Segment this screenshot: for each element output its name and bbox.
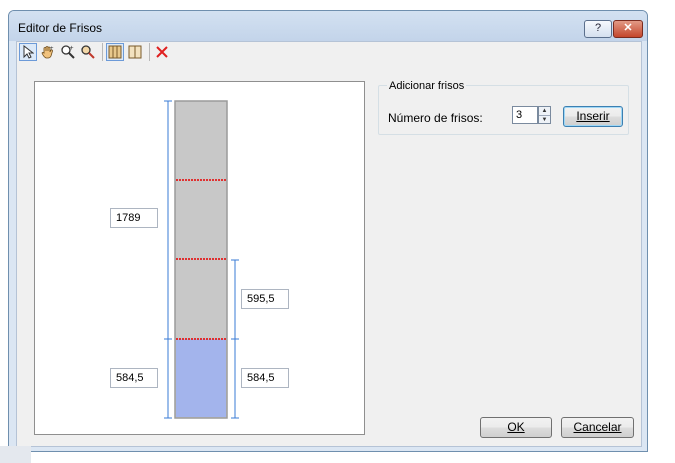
svg-text:+: + xyxy=(50,46,54,52)
insert-button-label: Inserir xyxy=(576,109,610,123)
add-friezes-group-title: Adicionar frisos xyxy=(387,80,467,92)
segment-height-input[interactable]: 595,5 xyxy=(241,289,289,309)
toolbar: + + xyxy=(19,41,173,63)
bottom-right-height-input[interactable]: 584,5 xyxy=(241,368,289,388)
left-dimension-line xyxy=(164,100,172,419)
pointer-tool-icon xyxy=(23,45,34,59)
drawing-canvas[interactable] xyxy=(34,81,365,435)
zoom-tool-icon xyxy=(81,45,95,59)
bottom-frieze xyxy=(176,339,226,417)
horizontal-frieze-tool-icon xyxy=(108,45,122,59)
zoom-tool-button[interactable] xyxy=(79,43,97,61)
bottom-left-height-input[interactable]: 584,5 xyxy=(110,368,158,388)
vertical-frieze-tool-button[interactable] xyxy=(126,43,144,61)
pan-hand-tool-icon: + xyxy=(41,46,54,59)
insert-button[interactable]: Inserir xyxy=(563,106,623,127)
help-button[interactable]: ? xyxy=(584,20,612,38)
close-button[interactable]: ✕ xyxy=(613,20,643,38)
spin-up-icon[interactable]: ▲ xyxy=(539,107,550,116)
window-title: Editor de Frisos xyxy=(18,21,103,35)
toolbar-separator xyxy=(149,43,150,61)
pointer-tool-button[interactable] xyxy=(19,43,37,61)
title-bar[interactable]: Editor de Frisos ? ✕ xyxy=(9,11,647,41)
right-dimension-line xyxy=(231,259,239,419)
cancel-button[interactable]: Cancelar xyxy=(561,417,634,438)
pan-tool-button[interactable]: + xyxy=(39,43,57,61)
toolbar-separator xyxy=(102,43,103,61)
horizontal-frieze-tool-button[interactable] xyxy=(106,43,124,61)
door-panel-drawing xyxy=(164,100,239,419)
total-height-input[interactable]: 1789 xyxy=(110,208,158,228)
zoom-in-tool-icon: + xyxy=(61,45,75,59)
taskbar-fragment xyxy=(0,446,31,463)
cancel-button-label: Cancelar xyxy=(573,420,622,434)
spin-down-icon[interactable]: ▼ xyxy=(539,116,550,124)
frieze-count-input[interactable]: 3 xyxy=(512,106,538,124)
ok-button-label: OK xyxy=(507,420,525,434)
frieze-count-label: Número de frisos: xyxy=(388,111,483,125)
zoom-in-tool-button[interactable]: + xyxy=(59,43,77,61)
delete-tool-icon xyxy=(156,46,168,58)
svg-text:+: + xyxy=(70,45,74,52)
ok-button[interactable]: OK xyxy=(480,417,552,438)
delete-tool-button[interactable] xyxy=(153,43,171,61)
frieze-count-spinner[interactable]: ▲ ▼ xyxy=(538,106,551,124)
vertical-frieze-tool-icon xyxy=(128,45,142,59)
